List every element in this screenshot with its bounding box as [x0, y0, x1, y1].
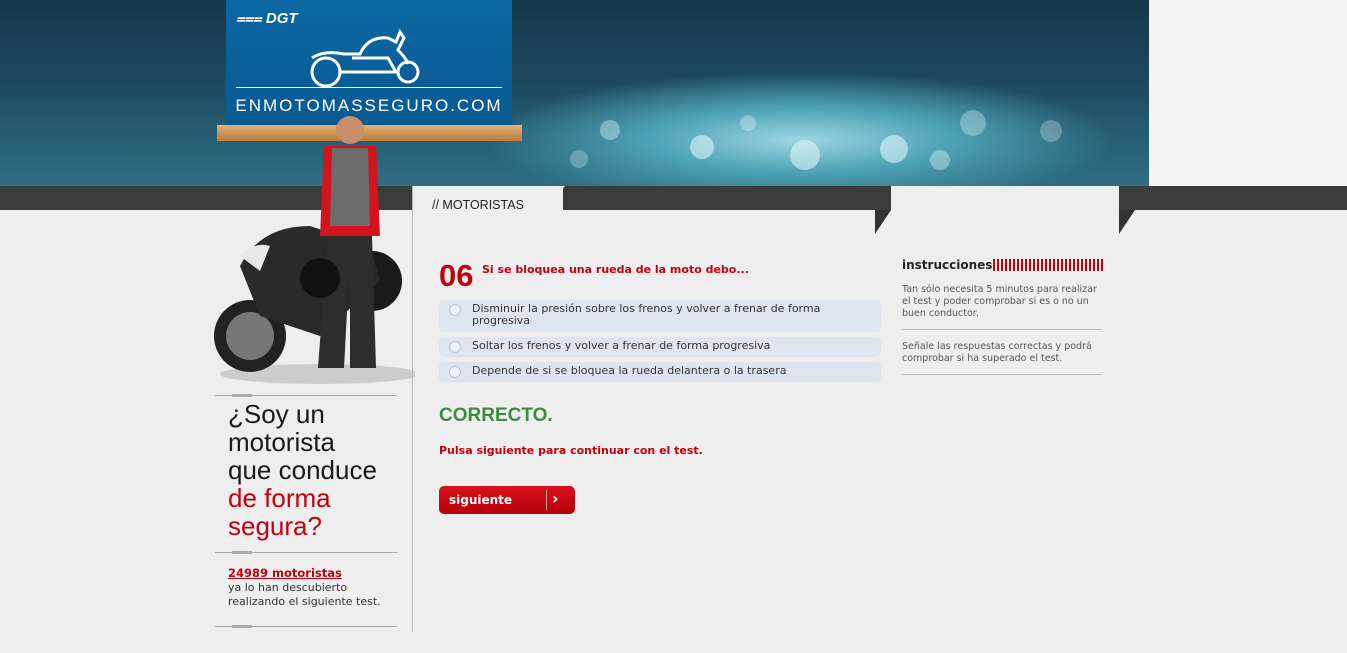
rider-illustration — [214, 116, 415, 384]
divider — [902, 374, 1102, 375]
question-text: Si se bloquea una rueda de la moto debo.… — [482, 263, 749, 276]
divider-tab — [232, 625, 252, 628]
instructions-text: Señale las respuestas correctas y podrá … — [902, 341, 1092, 364]
motoristas-count-link[interactable]: 24989 motoristas — [228, 566, 342, 580]
divider-tab — [232, 394, 252, 397]
answer-option[interactable]: Depende de si se bloquea la rueda delant… — [439, 362, 881, 382]
radio-button[interactable] — [449, 341, 461, 353]
answer-label: Depende de si se bloquea la rueda delant… — [472, 364, 787, 377]
answer-label: Disminuir la presión sobre los frenos y … — [472, 302, 821, 327]
continue-hint: Pulsa siguiente para continuar con el te… — [439, 444, 703, 457]
chevron-right-icon: › — [552, 489, 559, 508]
corner-notch — [875, 210, 891, 234]
slogan-line: ¿Soy un — [228, 399, 325, 429]
instructions-title: instrucciones — [902, 258, 993, 272]
motorcycle-icon — [310, 28, 420, 88]
instructions-bars — [993, 259, 1103, 271]
corner-notch — [1119, 210, 1135, 234]
slogan-line: que conduce — [228, 455, 377, 485]
slogan-line-red: segura? — [228, 511, 322, 541]
answer-label: Soltar los frenos y volver a frenar de f… — [472, 339, 771, 352]
instructions-text: Tan sólo necesita 5 minutos para realiza… — [902, 284, 1097, 319]
dgt-logo: ⩶ DGT — [236, 10, 298, 27]
tab-slant — [547, 186, 565, 210]
tab-motoristas-label: // MOTORISTAS — [432, 198, 524, 212]
column-divider — [412, 186, 413, 632]
dgt-icon: ⩶ — [236, 10, 262, 27]
result-message: CORRECTO. — [439, 405, 553, 426]
radio-button[interactable] — [449, 304, 461, 316]
stats-description: ya lo han descubierto realizando el sigu… — [228, 581, 381, 608]
logo-divider — [236, 87, 502, 88]
right-tab — [891, 186, 1119, 210]
question-number: 06 — [439, 258, 474, 293]
header-right-blank — [1149, 0, 1347, 210]
slogan: ¿Soy un motorista que conduce de forma s… — [228, 400, 408, 540]
answer-option[interactable]: Soltar los frenos y volver a frenar de f… — [439, 337, 881, 357]
next-button[interactable]: siguiente › — [439, 486, 575, 514]
slogan-line-red: de forma — [228, 483, 331, 513]
slogan-line: motorista — [228, 427, 335, 457]
divider-tab — [232, 551, 252, 554]
answer-option[interactable]: Disminuir la presión sobre los frenos y … — [439, 300, 881, 332]
radio-button[interactable] — [449, 366, 461, 378]
divider — [902, 329, 1102, 330]
next-button-label: siguiente — [449, 493, 513, 507]
button-divider — [546, 490, 547, 510]
